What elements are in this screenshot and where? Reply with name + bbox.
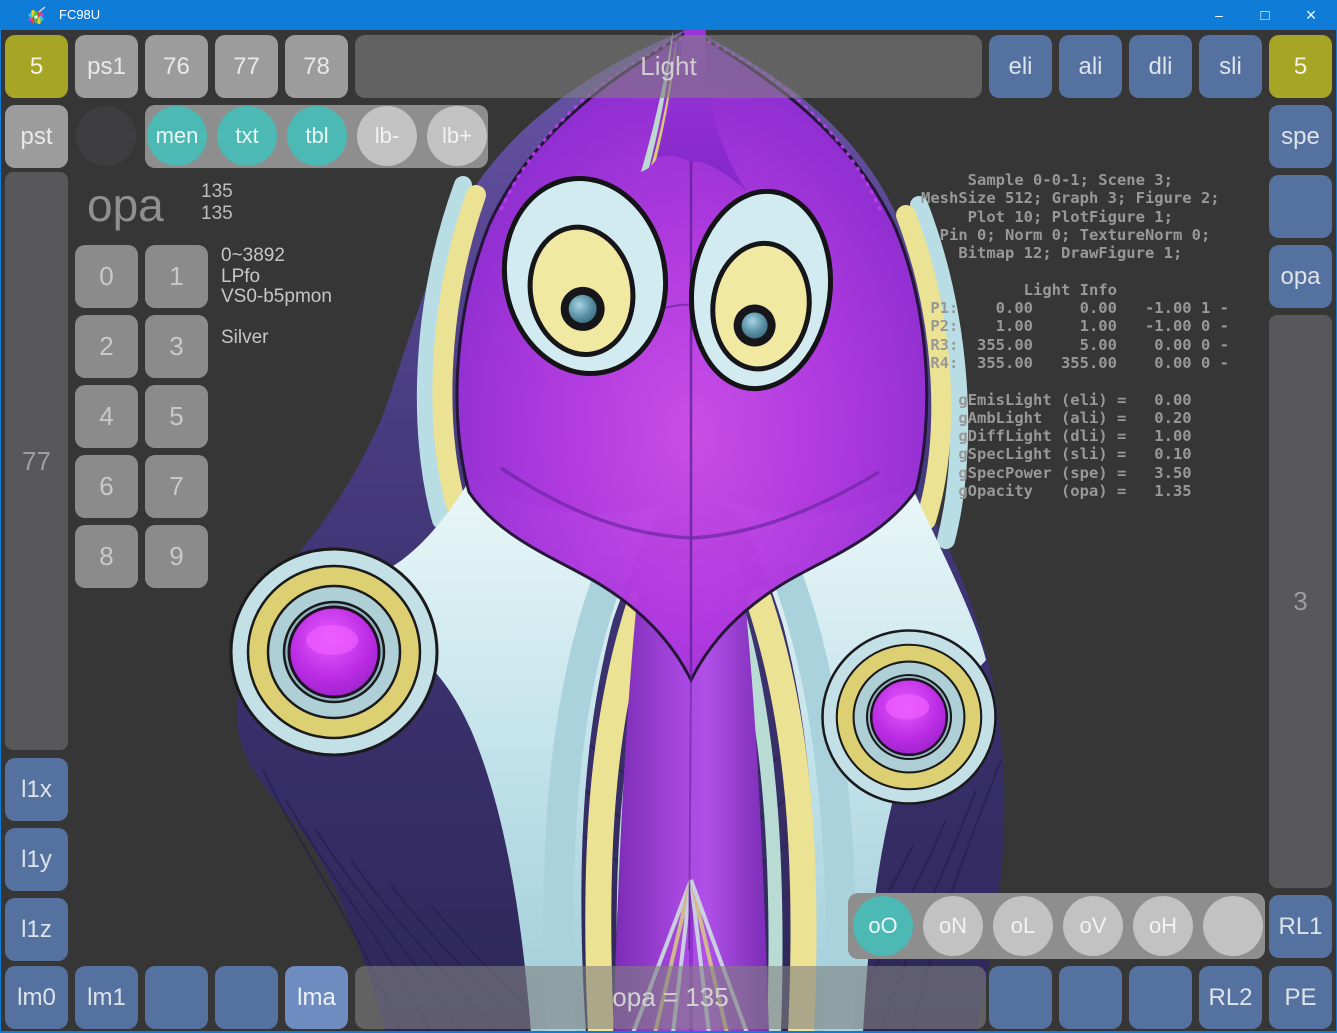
param-value-1: 135 bbox=[201, 181, 233, 203]
param-name-label: opa bbox=[87, 178, 164, 232]
app-window: FC98U – □ × 5 ps1 76 77 78 Light eli ali… bbox=[0, 0, 1337, 1033]
lb-minus-button[interactable]: lb- bbox=[357, 106, 417, 166]
men-button[interactable]: men bbox=[147, 106, 207, 166]
blank-circle-button[interactable] bbox=[76, 106, 136, 166]
blank-bottom-button-3[interactable] bbox=[989, 966, 1052, 1029]
scene-info-block: Sample 0-0-1; Scene 3; MeshSize 512; Gra… bbox=[921, 171, 1229, 500]
l1z-button[interactable]: l1z bbox=[5, 898, 68, 961]
rl1-button[interactable]: RL1 bbox=[1269, 895, 1332, 958]
numpad-2[interactable]: 2 bbox=[75, 315, 138, 378]
button-78[interactable]: 78 bbox=[285, 35, 348, 98]
numpad-4[interactable]: 4 bbox=[75, 385, 138, 448]
numpad-3[interactable]: 3 bbox=[145, 315, 208, 378]
app-icon bbox=[27, 5, 47, 25]
pst-button[interactable]: pst bbox=[5, 105, 68, 168]
button-77[interactable]: 77 bbox=[215, 35, 278, 98]
oL-button[interactable]: oL bbox=[993, 896, 1053, 956]
close-icon[interactable]: × bbox=[1288, 0, 1334, 30]
lm1-button[interactable]: lm1 bbox=[75, 966, 138, 1029]
param-preset: LPfo bbox=[221, 267, 332, 288]
numpad-7[interactable]: 7 bbox=[145, 455, 208, 518]
oO-button[interactable]: oO bbox=[853, 896, 913, 956]
material-label: Silver bbox=[221, 327, 269, 349]
numpad-8[interactable]: 8 bbox=[75, 525, 138, 588]
oV-button[interactable]: oV bbox=[1063, 896, 1123, 956]
blank-bottom-button-1[interactable] bbox=[145, 966, 208, 1029]
preset-5-left-button[interactable]: 5 bbox=[5, 35, 68, 98]
preset-5-right-button[interactable]: 5 bbox=[1269, 35, 1332, 98]
sli-button[interactable]: sli bbox=[1199, 35, 1262, 98]
ali-button[interactable]: ali bbox=[1059, 35, 1122, 98]
ps1-button[interactable]: ps1 bbox=[75, 35, 138, 98]
tbl-button[interactable]: tbl bbox=[287, 106, 347, 166]
rl2-button[interactable]: RL2 bbox=[1199, 966, 1262, 1029]
eli-button[interactable]: eli bbox=[989, 35, 1052, 98]
blank-blue-button-right[interactable] bbox=[1269, 175, 1332, 238]
txt-button[interactable]: txt bbox=[217, 106, 277, 166]
blank-bottom-button-4[interactable] bbox=[1059, 966, 1122, 1029]
right-param-slider[interactable]: 3 bbox=[1269, 315, 1332, 888]
oH-button[interactable]: oH bbox=[1133, 896, 1193, 956]
spe-button[interactable]: spe bbox=[1269, 105, 1332, 168]
button-76[interactable]: 76 bbox=[145, 35, 208, 98]
numpad-6[interactable]: 6 bbox=[75, 455, 138, 518]
lma-button[interactable]: lma bbox=[285, 966, 348, 1029]
param-range: 0~3892 bbox=[221, 246, 332, 267]
param-info: 0~3892 LPfo VS0-b5pmon bbox=[221, 246, 332, 308]
light-mode-bar[interactable]: Light bbox=[355, 35, 982, 98]
maximize-icon[interactable]: □ bbox=[1242, 0, 1288, 30]
numpad-9[interactable]: 9 bbox=[145, 525, 208, 588]
param-status-bar[interactable]: opa = 135 bbox=[355, 966, 986, 1029]
opa-button[interactable]: opa bbox=[1269, 245, 1332, 308]
numpad-5[interactable]: 5 bbox=[145, 385, 208, 448]
numpad-0[interactable]: 0 bbox=[75, 245, 138, 308]
l1x-button[interactable]: l1x bbox=[5, 758, 68, 821]
param-value-2: 135 bbox=[201, 203, 233, 225]
oN-button[interactable]: oN bbox=[923, 896, 983, 956]
left-param-slider[interactable]: 77 bbox=[5, 172, 68, 750]
l1y-button[interactable]: l1y bbox=[5, 828, 68, 891]
window-title: FC98U bbox=[59, 7, 100, 22]
minimize-icon[interactable]: – bbox=[1196, 0, 1242, 30]
blank-bottom-button-2[interactable] bbox=[215, 966, 278, 1029]
blank-render-circle[interactable] bbox=[1203, 896, 1263, 956]
left-slider-value: 77 bbox=[22, 446, 51, 477]
param-values: 135 135 bbox=[201, 181, 233, 225]
pe-button[interactable]: PE bbox=[1269, 966, 1332, 1029]
lb-plus-button[interactable]: lb+ bbox=[427, 106, 487, 166]
lm0-button[interactable]: lm0 bbox=[5, 966, 68, 1029]
numpad-1[interactable]: 1 bbox=[145, 245, 208, 308]
blank-bottom-button-5[interactable] bbox=[1129, 966, 1192, 1029]
dli-button[interactable]: dli bbox=[1129, 35, 1192, 98]
titlebar: FC98U – □ × bbox=[1, 0, 1336, 30]
right-slider-value: 3 bbox=[1293, 586, 1307, 617]
param-shader: VS0-b5pmon bbox=[221, 287, 332, 308]
